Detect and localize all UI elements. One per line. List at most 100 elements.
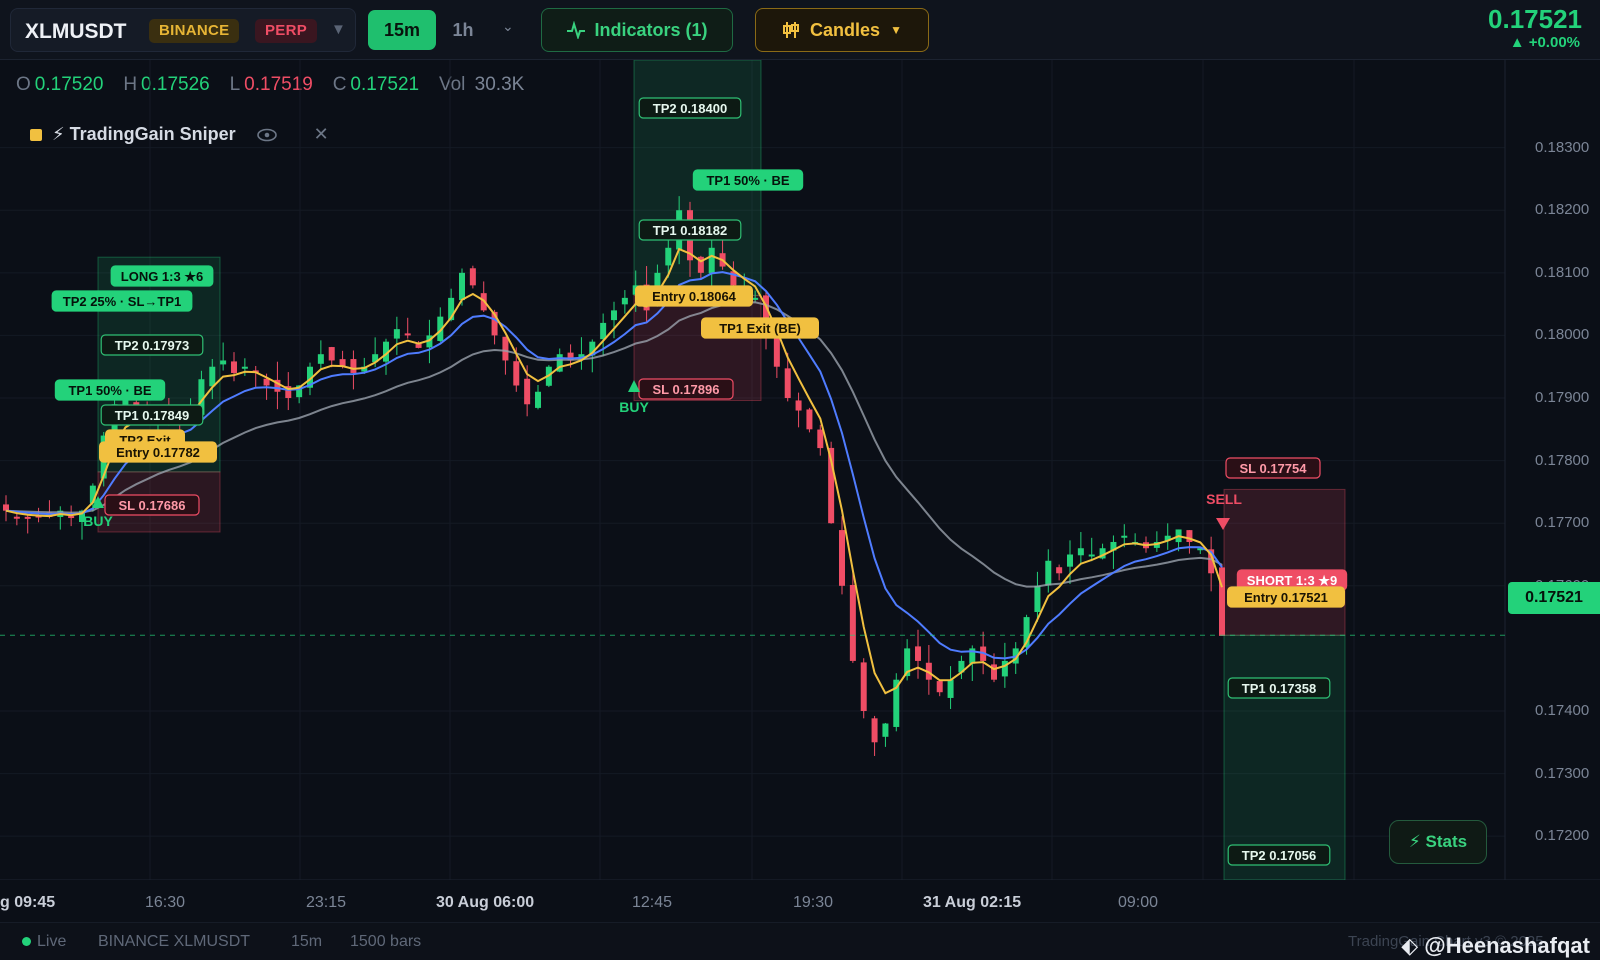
exchange-badge: BINANCE xyxy=(149,19,240,43)
time-axis-label: g 09:45 xyxy=(0,894,56,911)
chart-type-button[interactable]: Candles ▼ xyxy=(755,8,929,52)
price-change-value: +0.00% xyxy=(1528,34,1580,51)
pulse-icon xyxy=(567,21,586,39)
price-axis-label: 0.17200 xyxy=(1535,827,1590,845)
feed-label: BINANCE XLMUSDT xyxy=(98,933,251,950)
indicator-color-swatch xyxy=(30,128,42,141)
short-trade-header: SHORT 1:3 ★9 xyxy=(1247,573,1337,588)
candle-body xyxy=(621,297,628,305)
candle-body xyxy=(68,516,75,519)
trail-label: TP2 25% · SL→TP1 xyxy=(63,294,181,309)
tp2-label: TP2 0.18400 xyxy=(653,101,727,116)
candle-body xyxy=(849,584,856,661)
timeframe-more-chevron-icon[interactable]: ⌄ xyxy=(502,18,514,35)
indicator-legend: ⚡ TradingGain Sniper ✕ xyxy=(30,124,329,145)
chevron-down-icon: ▼ xyxy=(890,23,902,37)
candle-body xyxy=(882,723,889,737)
tp1-be-label: TP1 50% · BE xyxy=(68,383,151,398)
candle-body xyxy=(806,409,813,430)
candle-body xyxy=(1121,535,1128,538)
entry-label: Entry 0.17782 xyxy=(116,445,200,460)
time-axis-label: 09:00 xyxy=(1118,894,1159,911)
candle-body xyxy=(469,268,476,286)
buy-signal-label: BUY xyxy=(619,399,649,415)
price-axis-label: 0.18200 xyxy=(1535,201,1590,219)
long-trade-header: LONG 1:3 ★6 xyxy=(121,269,203,284)
candle-body xyxy=(839,530,845,586)
price-chart[interactable]: LONG 1:3 ★6 TP2 25% · SL→TP1 TP2 0.17973 TP… xyxy=(0,60,1600,880)
stats-button[interactable]: ⚡ Stats xyxy=(1389,820,1487,864)
time-axis-label: 16:30 xyxy=(145,894,186,911)
live-label: Live xyxy=(37,933,67,950)
price-change: ▲ +0.00% xyxy=(1510,34,1580,51)
close-icon[interactable]: ✕ xyxy=(314,124,329,145)
tp1-be-label: TP1 50% · BE xyxy=(706,173,789,188)
candle-body xyxy=(231,361,237,373)
entry-label: Entry 0.18064 xyxy=(652,289,737,304)
timeframe-1h-button[interactable]: 1h xyxy=(443,10,483,50)
candle-body xyxy=(611,310,617,321)
symbol-selector[interactable]: XLMUSDT BINANCE PERP ▼ xyxy=(10,8,356,52)
candle-body xyxy=(513,361,520,386)
candle-body xyxy=(1056,567,1063,574)
candle-body xyxy=(947,679,954,698)
tp1-label: TP1 0.18182 xyxy=(653,223,727,238)
tp2-label: TP2 0.17973 xyxy=(115,338,189,353)
candle-body xyxy=(784,368,791,399)
candle-body xyxy=(773,338,780,367)
sell-signal-label: SELL xyxy=(1206,491,1242,507)
candle-body xyxy=(600,322,607,340)
price-axis-label: 0.18000 xyxy=(1535,326,1590,344)
candles-icon xyxy=(783,22,800,38)
candle-body xyxy=(1088,554,1095,557)
trade-zone-tp xyxy=(1223,634,1346,880)
candle-body xyxy=(535,391,541,408)
top-toolbar: XLMUSDT BINANCE PERP ▼ 15m 1h ⌄ Indicato… xyxy=(0,0,1600,60)
candle-body xyxy=(860,662,867,711)
candle-body xyxy=(263,378,270,386)
price-axis-label: 0.17400 xyxy=(1535,701,1590,719)
candle-body xyxy=(209,366,216,387)
timeframe-15m-button[interactable]: 15m xyxy=(368,10,436,50)
indicators-button[interactable]: Indicators (1) xyxy=(541,8,733,52)
status-bar: Live BINANCE XLMUSDT 15m 1500 bars Tradi… xyxy=(0,922,1600,960)
candle-body xyxy=(459,272,465,301)
candle-body xyxy=(502,336,509,361)
tp1-exit-label: TP1 Exit (BE) xyxy=(719,321,801,336)
perp-badge: PERP xyxy=(255,19,318,43)
sl-label: SL 0.17754 xyxy=(1240,461,1308,476)
sl-label: SL 0.17686 xyxy=(119,498,186,513)
candle-body xyxy=(665,247,672,266)
price-axis-label: 0.17900 xyxy=(1535,389,1590,406)
candle-body xyxy=(936,681,943,693)
footer-timeframe: 15m xyxy=(291,933,323,950)
time-axis-label: 30 Aug 06:00 xyxy=(436,894,535,911)
price-axis-label: 0.18300 xyxy=(1535,138,1590,156)
candle-body xyxy=(1067,554,1073,567)
candle-body xyxy=(871,718,878,743)
candle-body xyxy=(3,504,9,511)
candle-body xyxy=(317,354,324,364)
candle-body xyxy=(795,400,802,411)
candle-body xyxy=(752,297,759,300)
price-axis-label: 0.17800 xyxy=(1535,451,1590,469)
candle-body xyxy=(1001,660,1008,677)
bar-count: 1500 bars xyxy=(350,933,422,950)
candle-body xyxy=(241,366,248,369)
candle-body xyxy=(708,247,715,274)
chevron-down-icon[interactable]: ▼ xyxy=(331,21,346,38)
live-status: Live xyxy=(22,933,66,951)
tp1-label: TP1 0.17358 xyxy=(1242,681,1316,696)
candle-body xyxy=(524,378,531,405)
price-axis-label: 0.17700 xyxy=(1535,514,1590,532)
symbol-name: XLMUSDT xyxy=(25,20,127,43)
candle-body xyxy=(404,333,411,336)
candle-body xyxy=(1045,560,1052,586)
eye-icon[interactable] xyxy=(256,128,278,142)
candle-body xyxy=(24,516,31,519)
price-axis-label: 0.17300 xyxy=(1535,764,1590,782)
candle-body xyxy=(328,347,335,361)
time-axis-label: 23:15 xyxy=(306,894,347,911)
tp2-label: TP2 0.17056 xyxy=(1242,848,1316,863)
price-axis-label: 0.18100 xyxy=(1535,263,1590,281)
